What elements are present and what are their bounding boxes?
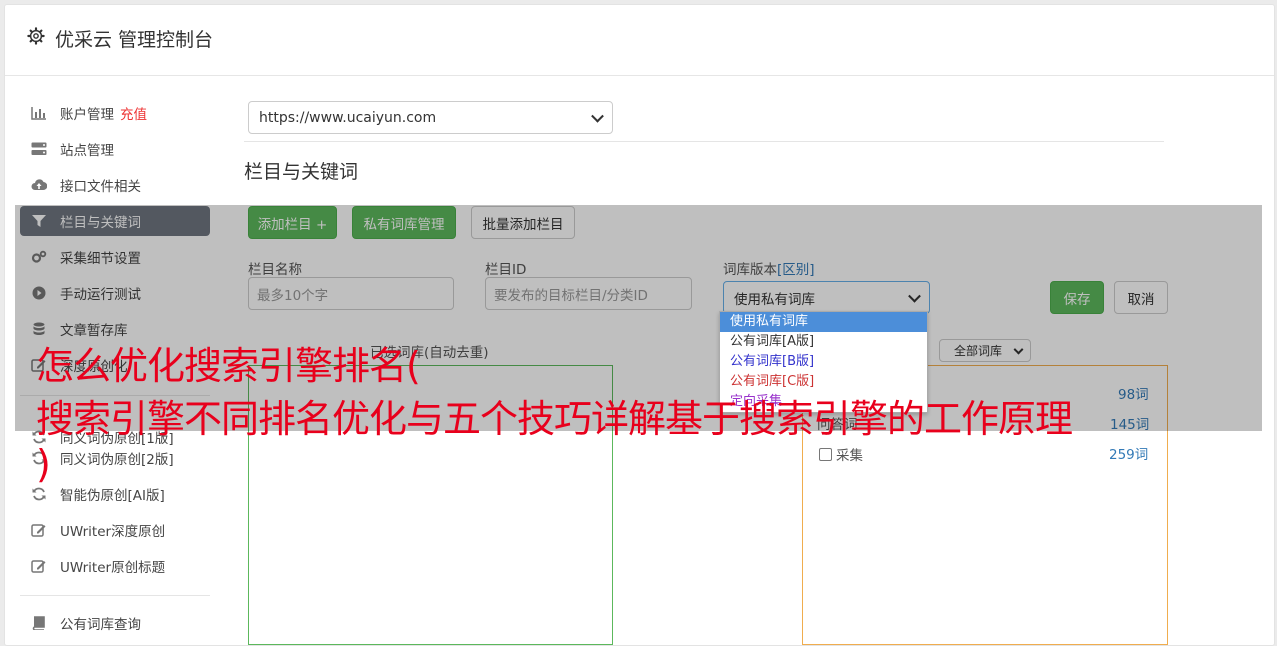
sidebar-item-label: 站点管理 xyxy=(60,143,114,159)
gear-icon xyxy=(27,27,45,45)
sidebar-item-label: UWriter原创标题 xyxy=(60,560,166,576)
site-select-value: https://www.ucaiyun.com xyxy=(259,109,437,126)
sidebar-item-sites[interactable]: 站点管理 xyxy=(20,134,210,164)
sidebar-item-account[interactable]: 账户管理 充值 xyxy=(20,98,210,128)
sidebar-divider xyxy=(20,595,210,596)
sidebar-item-label: 接口文件相关 xyxy=(60,179,141,195)
lexicon-option[interactable]: 使用私有词库 xyxy=(720,312,927,332)
banner-line: ) xyxy=(36,442,51,486)
bar-chart-icon xyxy=(31,106,47,120)
server-icon xyxy=(31,142,47,156)
chevron-down-icon xyxy=(591,109,604,123)
sidebar-item-uwriter-deep[interactable]: UWriter深度原创 xyxy=(20,515,210,545)
edit-icon xyxy=(31,559,47,573)
recharge-link[interactable]: 充值 xyxy=(120,103,147,123)
lexicon-count: 259词 xyxy=(1109,447,1149,463)
sidebar-item-label: 智能伪原创[AI版] xyxy=(60,488,165,504)
sidebar-item-uwriter-title[interactable]: UWriter原创标题 xyxy=(20,551,210,581)
header: 优采云 管理控制台 xyxy=(5,5,1274,76)
sidebar-item-interface[interactable]: 接口文件相关 xyxy=(20,170,210,200)
sidebar-item-label: 账户管理 xyxy=(60,107,114,123)
sidebar-item-public-lexicon[interactable]: 公有词库查询 xyxy=(20,608,210,638)
edit-icon xyxy=(31,523,47,537)
page-title: 优采云 管理控制台 xyxy=(55,29,214,51)
banner-line: 搜索引擎不同排名优化与五个技巧详解基于搜索引擎的工作原理 xyxy=(36,397,1073,441)
book-icon xyxy=(31,616,47,631)
refresh-icon xyxy=(31,487,47,501)
site-select[interactable]: https://www.ucaiyun.com xyxy=(248,101,613,134)
sidebar-item-label: 公有词库查询 xyxy=(60,617,141,633)
section-divider xyxy=(244,141,1164,142)
cloud-upload-icon xyxy=(31,178,48,192)
section-title: 栏目与关键词 xyxy=(244,161,359,183)
banner-text: 怎么优化搜索引擎排名( 搜索引擎不同排名优化与五个技巧详解基于搜索引擎的工作原理… xyxy=(36,340,1073,486)
sidebar-item-label: UWriter深度原创 xyxy=(60,524,166,540)
banner-line: 怎么优化搜索引擎排名( xyxy=(36,344,421,388)
